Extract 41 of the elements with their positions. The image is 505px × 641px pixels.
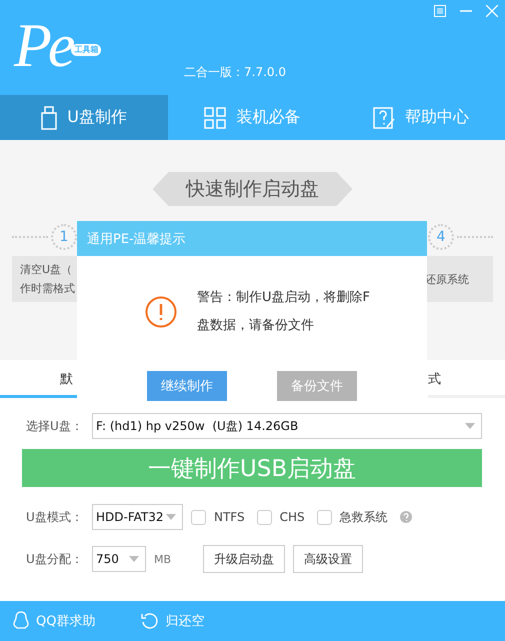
caret-icon — [129, 556, 139, 562]
partition-select[interactable]: 750 — [92, 546, 146, 572]
make-usb-button[interactable]: 一键制作USB启动盘 — [22, 449, 482, 487]
option-label: NTFS — [214, 510, 245, 524]
checkbox[interactable] — [316, 510, 332, 524]
dialog-message: 警告：制作U盘启动，将删除F — [197, 289, 370, 307]
usb-drive-icon — [41, 106, 58, 130]
option-label: 急救系统 — [340, 508, 388, 526]
warning-icon — [145, 296, 177, 328]
caret-icon — [465, 423, 475, 429]
option-label: CHS — [280, 510, 305, 524]
nav-tab[interactable]: 装机必备 — [168, 95, 337, 140]
dialog-button[interactable]: 继续制作 — [147, 371, 227, 401]
action-button[interactable]: 高级设置 — [293, 545, 364, 573]
checkbox[interactable] — [191, 510, 206, 524]
version-text: 二合一版：7.7.0.0 — [184, 64, 286, 81]
drive-label: 选择U盘： — [26, 418, 84, 434]
section-banner: 快速制作启动盘 — [152, 172, 352, 206]
mode-select[interactable]: HDD-FAT32 — [92, 504, 183, 530]
nav-tab[interactable]: 帮助中心 — [336, 95, 505, 140]
caret-icon — [166, 514, 176, 520]
dialog-message: 盘数据，请备份文件 — [197, 317, 315, 335]
mode-label: U盘模式： — [26, 508, 84, 526]
grid-icon — [204, 106, 226, 128]
menu-icon[interactable] — [434, 5, 446, 17]
checkbox[interactable] — [256, 510, 272, 524]
refresh-icon — [141, 612, 160, 630]
drive-select[interactable]: F: (hd1) hp v250w (U盘) 14.26GB — [92, 413, 482, 439]
step-text: 清空U盘（ — [20, 262, 72, 278]
step-text: 作时需格式 — [20, 281, 75, 297]
close-icon[interactable] — [486, 5, 498, 17]
help-icon[interactable] — [400, 511, 412, 523]
action-button[interactable]: 升级启动盘 — [203, 545, 286, 573]
nav-tab[interactable]: U盘制作 — [0, 95, 168, 140]
status-link[interactable]: 归还空 — [141, 612, 204, 630]
help-icon — [372, 106, 395, 128]
chat-bubble-icon — [12, 611, 30, 631]
dialog-title: 通用PE-温馨提示 — [77, 221, 427, 256]
partition-label: U盘分配： — [26, 550, 84, 568]
status-link[interactable]: QQ群求助 — [12, 611, 96, 631]
unit-label: MB — [154, 552, 172, 566]
